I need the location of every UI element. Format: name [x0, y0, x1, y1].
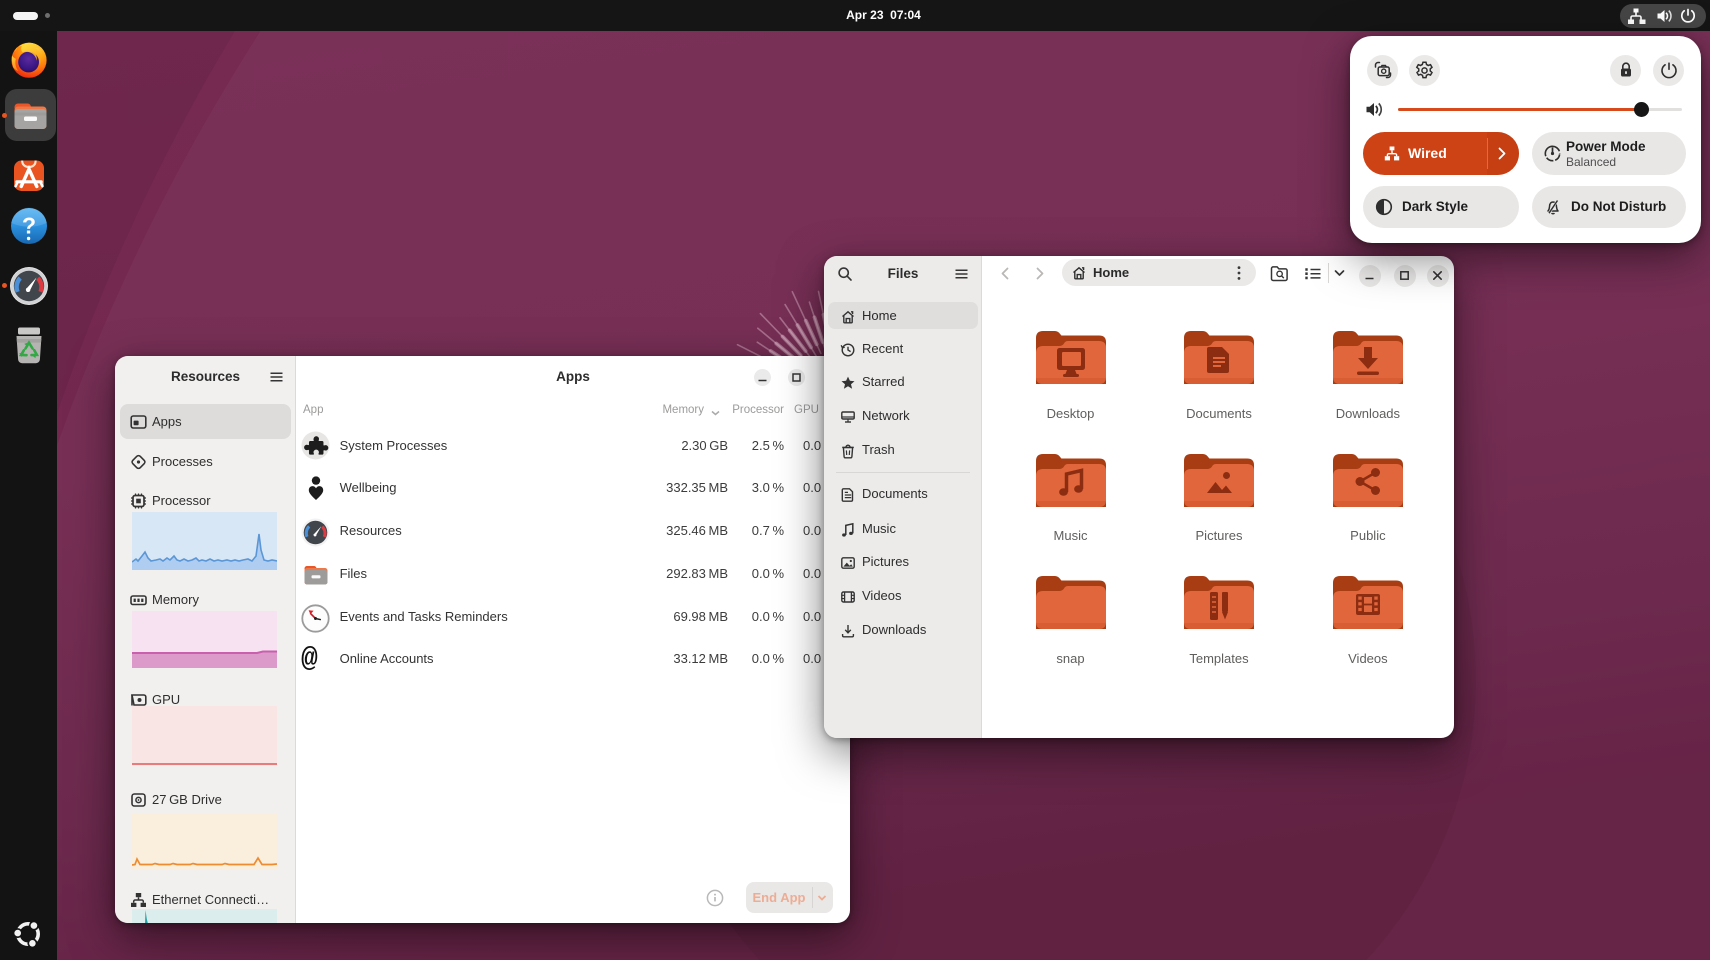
svg-text:?: ?	[22, 213, 36, 239]
